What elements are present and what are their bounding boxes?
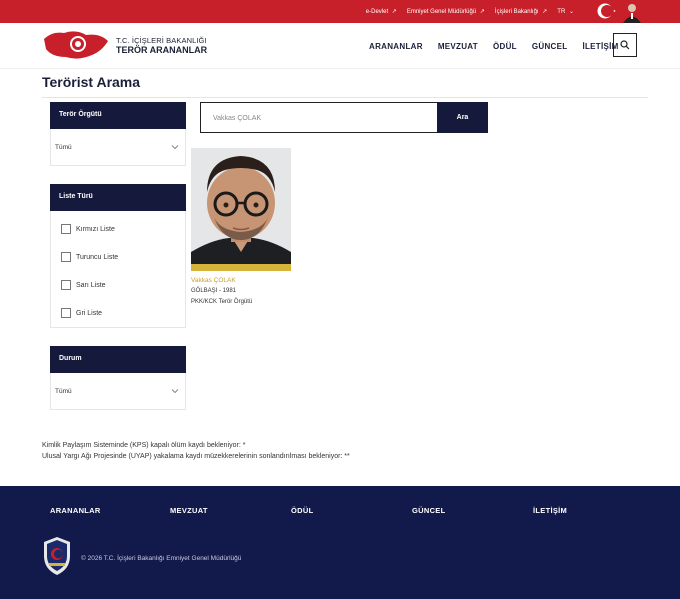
checkbox-label: Kırmızı Liste [76, 225, 115, 233]
egm-link[interactable]: Emniyet Genel Müdürlüğü ↗ [407, 8, 485, 15]
note-kps: Kimlik Paylaşım Sisteminde (KPS) kapalı … [42, 442, 246, 449]
nav-guncel[interactable]: GÜNCEL [532, 42, 568, 51]
crescent-star-icon [597, 3, 616, 19]
nav-odul[interactable]: ÖDÜL [493, 42, 517, 51]
language-label: TR [557, 9, 566, 15]
page-title: Terörist Arama [42, 74, 141, 90]
site-header: T.C. İÇİŞLERİ BAKANLIĞI TERÖR ARANANLAR … [0, 23, 680, 69]
nav-mevzuat[interactable]: MEVZUAT [438, 42, 478, 51]
external-arrow-icon: ↗ [478, 9, 485, 15]
filter-org-box: Tümü [50, 129, 186, 166]
suspect-name[interactable]: Vakkas ÇOLAK [191, 277, 291, 284]
list-color-bar [191, 264, 291, 271]
suspect-photo-image [191, 148, 291, 271]
edevlet-link-label: e-Devlet [365, 9, 389, 15]
portrait-image [620, 1, 644, 23]
checkbox-label: Sarı Liste [76, 281, 106, 289]
suspect-birth: GÖLBAŞI - 1981 [191, 288, 237, 294]
note-uyap: Ulusal Yargı Ağı Projesinde (UYAP) yakal… [42, 453, 350, 460]
footer-nav-mevzuat[interactable]: MEVZUAT [170, 506, 208, 515]
filter-status-box: Tümü [50, 373, 186, 410]
search-button[interactable]: Ara [437, 102, 488, 133]
filter-org-header: Terör Örgütü [50, 102, 186, 129]
police-badge-icon [44, 537, 70, 575]
checkbox-gri[interactable]: Gri Liste [51, 299, 185, 327]
checkbox-label: Turuncu Liste [76, 253, 119, 261]
icisleri-link-label: İçişleri Bakanlığı [494, 9, 539, 15]
legend-notes: Kimlik Paylaşım Sisteminde (KPS) kapalı … [42, 440, 350, 462]
icisleri-link[interactable]: İçişleri Bakanlığı ↗ [495, 8, 547, 15]
suspect-photo [191, 148, 291, 271]
filter-list-box: Kırmızı Liste Turuncu Liste Sarı Liste G… [50, 211, 186, 328]
checkbox-box[interactable] [61, 308, 71, 318]
chevron-down-icon: ⌄ [567, 9, 574, 15]
top-bar: e-Devlet ↗ Emniyet Genel Müdürlüğü ↗ İçi… [0, 0, 680, 23]
checkbox-box[interactable] [61, 280, 71, 290]
external-links: e-Devlet ↗ Emniyet Genel Müdürlüğü ↗ İçi… [366, 0, 574, 23]
chevron-down-icon [171, 145, 179, 150]
org-select-value: Tümü [55, 143, 72, 151]
footer-nav-aranlar[interactable]: ARANANLAR [50, 506, 101, 515]
site-logo[interactable]: T.C. İÇİŞLERİ BAKANLIĞI TERÖR ARANANLAR [42, 29, 207, 61]
checkbox-label: Gri Liste [76, 309, 103, 317]
logo-line-2: TERÖR ARANANLAR [116, 45, 208, 55]
checkbox-sari[interactable]: Sarı Liste [51, 271, 185, 299]
result-card[interactable]: Vakkas ÇOLAK GÖLBAŞI - 1981 PKK/KCK Terö… [191, 148, 291, 308]
language-select[interactable]: TR ⌄ [557, 8, 574, 15]
org-select[interactable]: Tümü [51, 129, 185, 165]
checkbox-box[interactable] [61, 224, 71, 234]
filter-status-header: Durum [50, 346, 186, 373]
checkbox-kirmizi[interactable]: Kırmızı Liste [51, 215, 185, 243]
footer-nav-odul[interactable]: ÖDÜL [291, 506, 313, 515]
suspect-org: PKK/KCK Terör Örgütü [191, 299, 253, 305]
status-select-value: Tümü [55, 387, 72, 395]
ministry-emblem-icon [44, 31, 108, 59]
logo-line-1: T.C. İÇİŞLERİ BAKANLIĞI [116, 36, 207, 45]
filter-list-header: Liste Türü [50, 184, 186, 211]
header-search-button[interactable] [613, 33, 637, 57]
main-nav: ARANANLAR MEVZUAT ÖDÜL GÜNCEL İLETİŞİM [369, 23, 619, 69]
edevlet-link[interactable]: e-Devlet ↗ [366, 8, 397, 15]
nav-aranlar[interactable]: ARANANLAR [369, 42, 423, 51]
search-icon [620, 40, 630, 50]
status-select[interactable]: Tümü [51, 373, 185, 409]
external-arrow-icon: ↗ [540, 9, 548, 15]
footer-nav-iletisim[interactable]: İLETİŞİM [533, 506, 567, 515]
external-arrow-icon: ↗ [390, 9, 397, 15]
title-divider [42, 97, 648, 98]
copyright-text: © 2026 T.C. İçişleri Bakanlığı Emniyet G… [81, 555, 242, 562]
checkbox-box[interactable] [61, 252, 71, 262]
egm-link-label: Emniyet Genel Müdürlüğü [406, 9, 477, 15]
search-input[interactable]: Vakkas ÇOLAK [200, 102, 438, 133]
chevron-down-icon [171, 389, 179, 394]
footer-nav-guncel[interactable]: GÜNCEL [412, 506, 445, 515]
checkbox-turuncu[interactable]: Turuncu Liste [51, 243, 185, 271]
site-footer: ARANANLAR MEVZUAT ÖDÜL GÜNCEL İLETİŞİM ©… [0, 486, 680, 599]
